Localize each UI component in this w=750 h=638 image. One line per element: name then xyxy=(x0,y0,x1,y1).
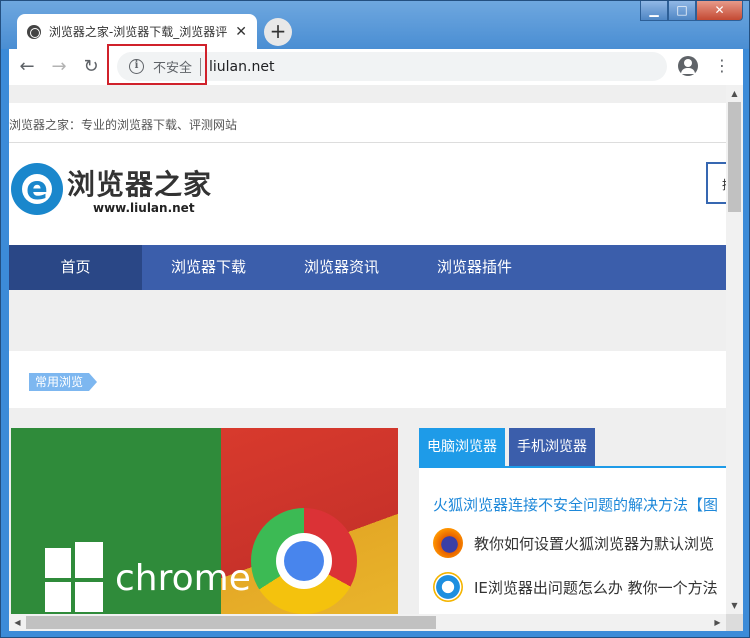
nav-item-news[interactable]: 浏览器资讯 xyxy=(275,245,408,290)
menu-icon[interactable]: ⋮ xyxy=(714,55,730,77)
browser-window: 浏览器之家-浏览器下载_浏览器评 ✕ + ▁ □ ✕ ← → ↻ i 不安全 l… xyxy=(0,0,750,638)
site-logo-url: www.liulan.net xyxy=(93,201,195,215)
scroll-down-icon[interactable]: ▼ xyxy=(726,597,743,614)
maximize-button[interactable]: □ xyxy=(668,1,696,21)
windows-logo-icon xyxy=(45,540,103,612)
horizontal-scroll-thumb[interactable] xyxy=(26,616,436,629)
list-item[interactable]: 教你如何设置火狐浏览器为默认浏览 xyxy=(433,528,714,558)
vertical-scrollbar[interactable]: ▲ ▼ xyxy=(726,85,743,614)
scroll-up-icon[interactable]: ▲ xyxy=(726,85,743,102)
firefox-icon xyxy=(433,528,463,558)
title-bar: 浏览器之家-浏览器下载_浏览器评 ✕ + ▁ □ ✕ xyxy=(1,1,749,49)
chrome-logo-icon xyxy=(251,508,357,614)
close-window-button[interactable]: ✕ xyxy=(696,1,743,21)
section-tag: 常用浏览 xyxy=(29,373,98,391)
list-item[interactable]: IE浏览器出问题怎么办 教你一个方法 xyxy=(433,572,718,602)
reload-button[interactable]: ↻ xyxy=(77,53,105,81)
site-header: e 浏览器之家 www.liulan.net 拍 xyxy=(9,143,726,245)
list-item-text: IE浏览器出问题怎么办 教你一个方法 xyxy=(474,578,718,597)
browser-category-tabs: 电脑浏览器 手机浏览器 xyxy=(419,428,599,466)
tab-close-button[interactable]: ✕ xyxy=(235,24,247,40)
globe-icon xyxy=(27,24,41,39)
minimize-button[interactable]: ▁ xyxy=(640,1,668,21)
lead-article-link[interactable]: 火狐浏览器连接不安全问题的解决方法【图 xyxy=(433,494,718,515)
forward-button[interactable]: → xyxy=(45,53,73,81)
tab-desktop-browsers[interactable]: 电脑浏览器 xyxy=(419,428,505,466)
banner-text: chrome xyxy=(115,558,251,599)
profile-avatar-icon[interactable] xyxy=(678,56,698,76)
list-item-text: 教你如何设置火狐浏览器为默认浏览 xyxy=(474,534,715,553)
chrome-banner[interactable]: chrome xyxy=(11,428,398,614)
site-logo-text[interactable]: 浏览器之家 xyxy=(67,163,212,203)
site-nav: 首页 浏览器下载 浏览器资讯 浏览器插件 xyxy=(9,245,726,290)
site-logo-icon[interactable]: e xyxy=(11,163,63,215)
site-slogan: 浏览器之家：专业的浏览器下载、评测网站 xyxy=(9,118,238,132)
nav-item-download[interactable]: 浏览器下载 xyxy=(142,245,275,290)
back-button[interactable]: ← xyxy=(13,53,41,81)
logo-letter: e xyxy=(26,169,48,207)
horizontal-scrollbar[interactable]: ◀ ▶ xyxy=(9,614,743,631)
nav-item-home[interactable]: 首页 xyxy=(9,245,142,290)
site-topbar: 浏览器之家：专业的浏览器下载、评测网站 xyxy=(9,103,726,143)
security-highlight-box xyxy=(107,44,207,85)
tab-mobile-browsers[interactable]: 手机浏览器 xyxy=(509,428,595,466)
url-text[interactable]: liulan.net xyxy=(209,59,274,75)
spacer xyxy=(9,290,726,330)
vertical-scroll-thumb[interactable] xyxy=(728,102,741,212)
scrollbar-corner xyxy=(726,614,743,631)
site-search-box[interactable]: 拍 xyxy=(706,162,726,204)
scroll-left-icon[interactable]: ◀ xyxy=(9,614,26,631)
new-tab-button[interactable]: + xyxy=(264,18,292,46)
scroll-right-icon[interactable]: ▶ xyxy=(709,614,726,631)
tab-title: 浏览器之家-浏览器下载_浏览器评 xyxy=(48,25,228,39)
page-viewport: 浏览器之家：专业的浏览器下载、评测网站 e 浏览器之家 www.liulan.n… xyxy=(9,85,726,614)
article-list: 火狐浏览器连接不安全问题的解决方法【图 教你如何设置火狐浏览器为默认浏览 IE浏… xyxy=(419,466,726,614)
nav-item-plugins[interactable]: 浏览器插件 xyxy=(408,245,541,290)
ie-icon xyxy=(433,572,463,602)
